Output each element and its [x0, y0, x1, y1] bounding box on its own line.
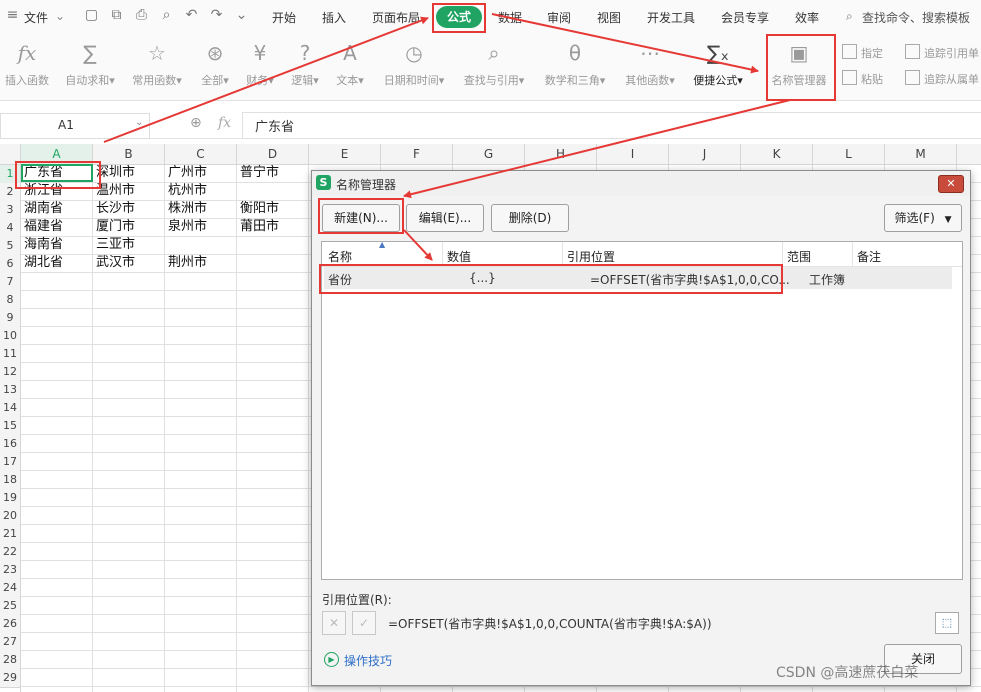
arrow-formula-to-name-manager — [491, 13, 759, 74]
annotation-arrows — [103, 13, 791, 261]
arrow-name-manager-to-new — [403, 99, 791, 199]
watermark: CSDN @高速蔗茯白菜 — [776, 665, 919, 681]
arrow-new-to-row — [403, 229, 433, 261]
arrow-a1-to-formula-tab — [103, 16, 429, 143]
